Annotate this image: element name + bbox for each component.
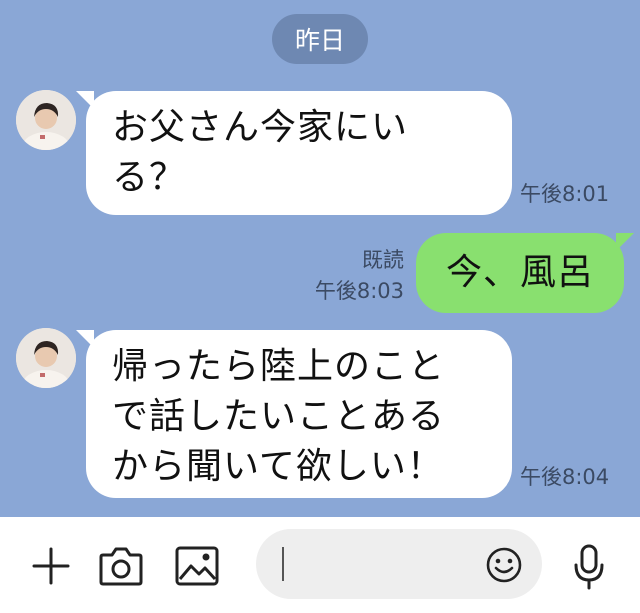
message-text-line: 帰ったら陸上のこと	[112, 346, 446, 387]
message-bubble-outgoing[interactable]: 今、風呂	[416, 233, 634, 313]
date-separator: 昨日	[272, 14, 368, 64]
emoji-icon[interactable]	[484, 545, 524, 585]
message-text-line: お父さん今家にい	[112, 107, 409, 148]
message-bubble-incoming[interactable]: お父さん今家にい る？	[76, 91, 512, 215]
message-text-line: る？	[112, 157, 187, 198]
text-caret	[282, 547, 284, 581]
message-text: 今、風呂	[446, 252, 595, 293]
read-receipt: 既読	[362, 248, 404, 272]
camera-icon[interactable]	[96, 543, 146, 589]
message-time: 午後8:01	[520, 182, 610, 206]
plus-icon[interactable]	[28, 543, 74, 589]
message-time: 午後8:04	[520, 465, 610, 489]
microphone-icon[interactable]	[566, 541, 612, 593]
message-bubble-incoming[interactable]: 帰ったら陸上のこと で話したいことある から聞いて欲しい！	[76, 330, 512, 498]
avatar-photo	[16, 328, 76, 388]
avatar-photo	[16, 90, 76, 150]
message-input[interactable]	[256, 529, 542, 599]
image-icon[interactable]	[172, 543, 222, 589]
composer-bar	[0, 517, 640, 613]
message-text-line: で話したいことある	[112, 396, 446, 437]
sender-avatar[interactable]	[16, 328, 76, 388]
message-text-line: から聞いて欲しい！	[112, 446, 444, 487]
chat-area: 昨日 お父さん今家にい る？ 午後8:01 既読 午後8:03 今、風呂 帰った…	[0, 0, 640, 517]
sender-avatar[interactable]	[16, 90, 76, 150]
message-time: 午後8:03	[314, 279, 404, 303]
